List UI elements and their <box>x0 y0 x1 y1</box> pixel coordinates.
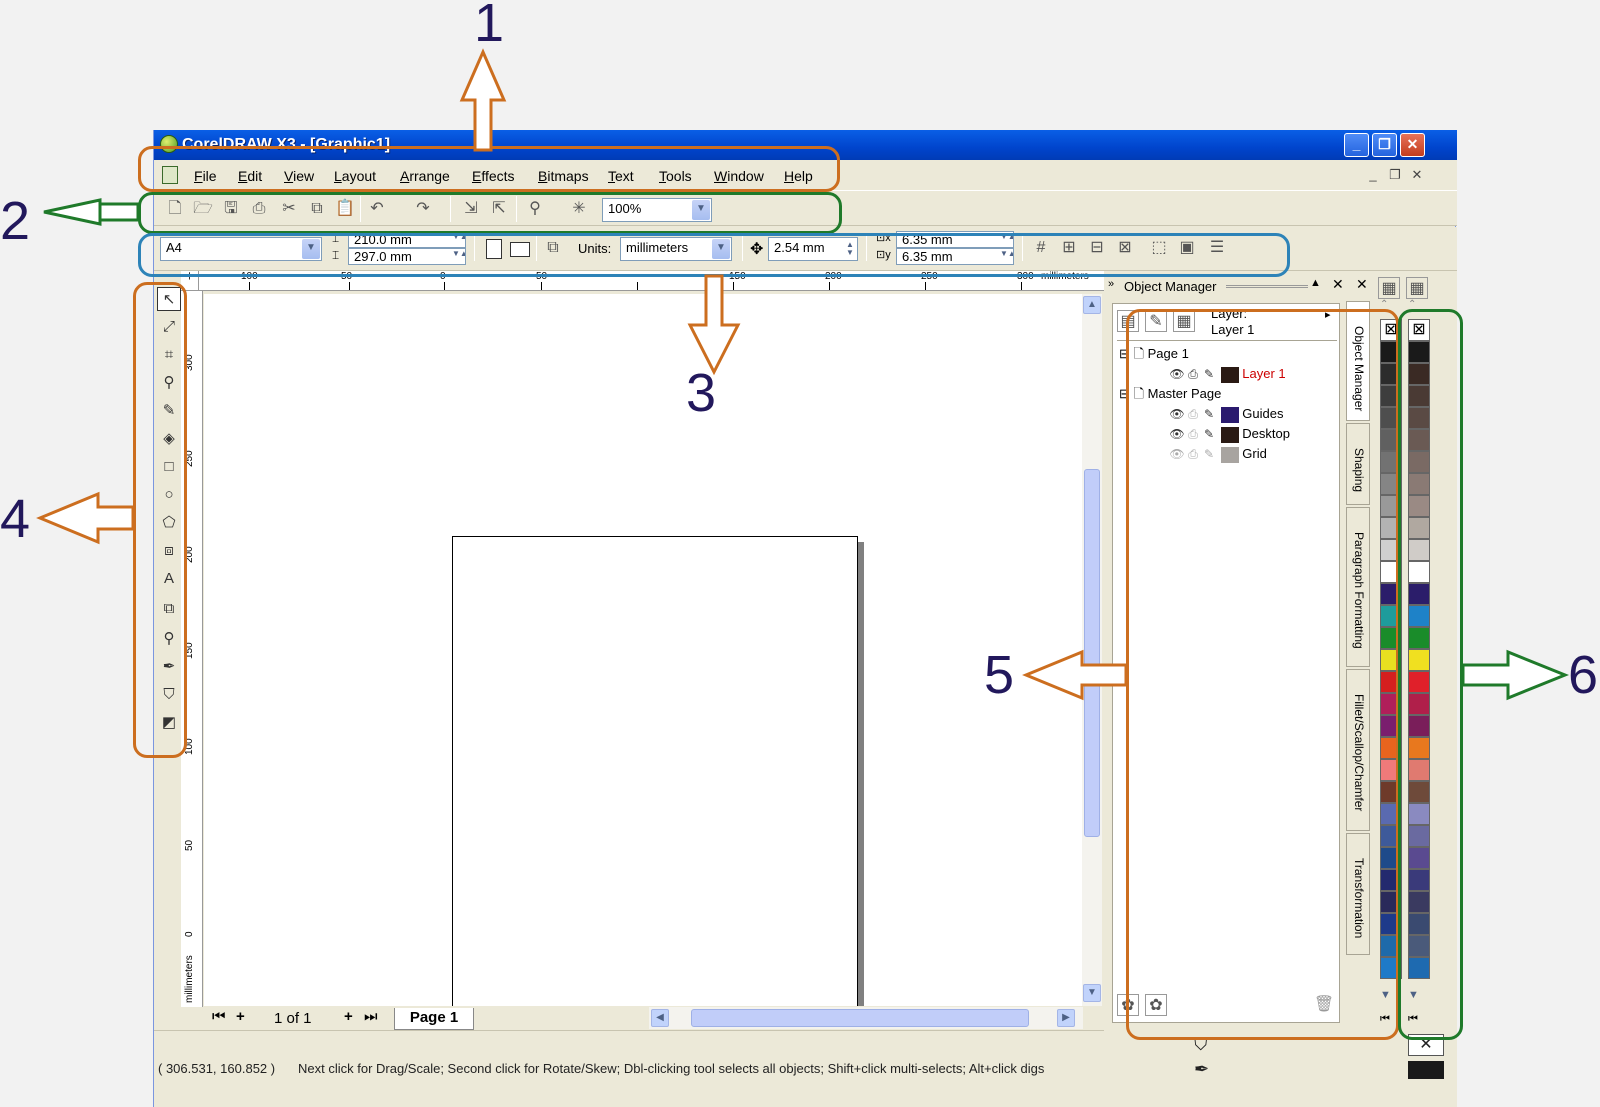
annotation-number-2: 2 <box>0 191 31 251</box>
annotation-number-3: 3 <box>686 363 717 423</box>
annotation-number-1: 1 <box>474 0 505 53</box>
annotation-arrows <box>36 48 1570 701</box>
arrow-left-icon <box>1022 649 1128 701</box>
arrow-right-icon <box>1461 649 1570 701</box>
arrow-down-icon <box>687 274 741 376</box>
annotation-number-6: 6 <box>1568 645 1599 705</box>
annotation-number-5: 5 <box>984 645 1015 705</box>
annotation-number-4: 4 <box>0 489 31 549</box>
arrow-up-icon <box>459 48 507 152</box>
arrow-left-icon <box>36 491 135 545</box>
stage: CorelDRAW X3 - [Graphic1] _ ❐ ✕ File Edi… <box>0 0 1600 1107</box>
arrow-left-icon <box>43 198 140 226</box>
